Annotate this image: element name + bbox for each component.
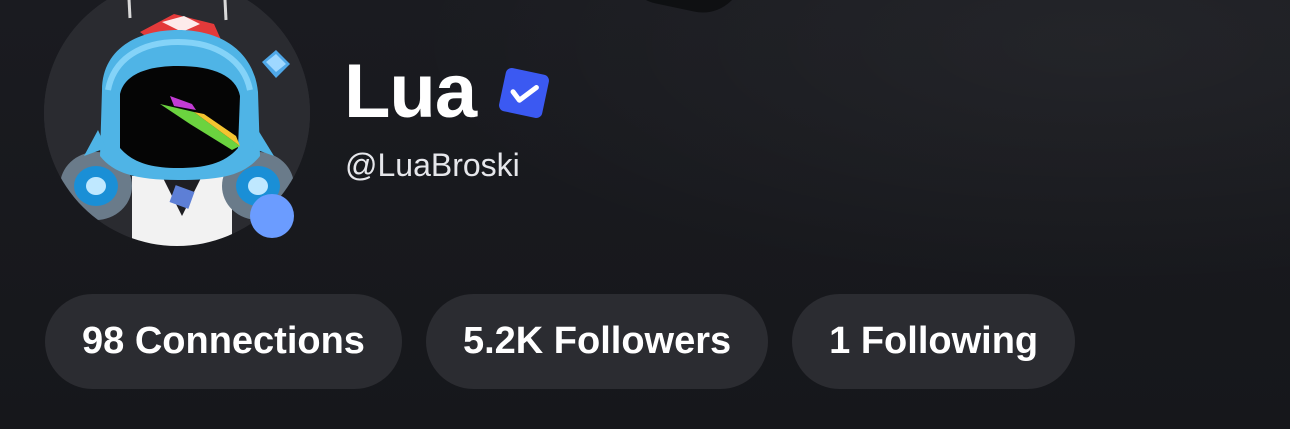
display-name: Lua <box>344 49 477 134</box>
avatar-container[interactable] <box>44 0 310 246</box>
username: @LuaBroski <box>345 147 520 183</box>
profile-stats: 98 Connections 5.2K Followers 1 Followin… <box>45 294 1076 389</box>
name-row: Lua <box>344 42 552 142</box>
followers-button[interactable]: 5.2K Followers <box>425 294 769 389</box>
following-button[interactable]: 1 Following <box>792 294 1076 389</box>
verified-check-icon <box>499 68 550 118</box>
connections-button[interactable]: 98 Connections <box>45 294 402 389</box>
online-status-dot <box>250 194 294 238</box>
